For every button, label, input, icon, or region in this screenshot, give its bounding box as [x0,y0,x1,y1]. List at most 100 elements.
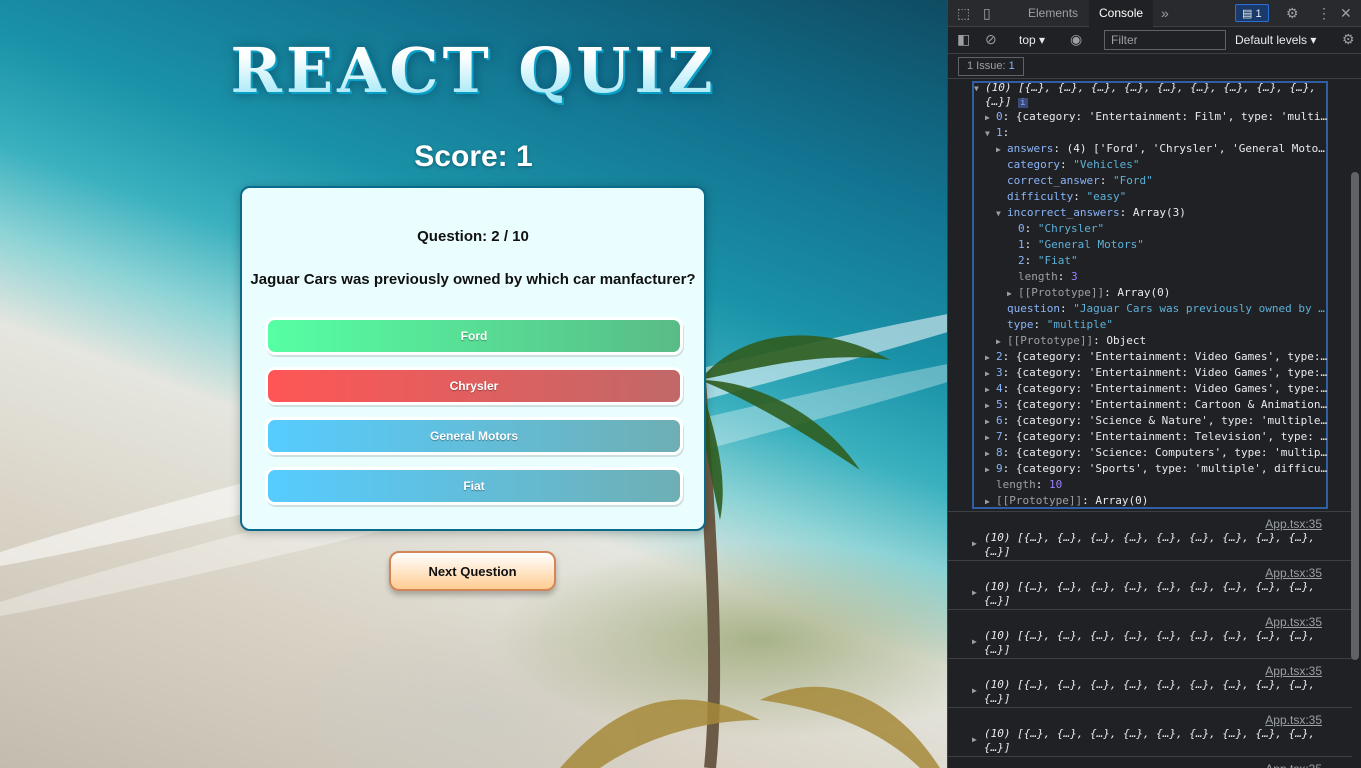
console-log-entry[interactable]: App.tsx:35 ▶ (10) [{…}, {…}, {…}, {…}, {… [948,707,1352,756]
devtools-tab-bar: ⬚ ▯ Elements Console » ▤ 1 ⚙ ⋮ ✕ [948,0,1361,27]
score-display: Score: 1 [414,140,533,173]
expand-triangle-icon[interactable]: ▶ [972,735,977,744]
inspect-element-icon[interactable]: ⬚ [957,0,970,27]
log-summary: (10) [{…}, {…}, {…}, {…}, {…}, {…}, {…},… [984,629,1316,642]
array-item-5[interactable]: ▶ 5: {category: 'Entertainment: Cartoon &… [985,397,1329,413]
array-item-5-value: {category: 'Entertainment: Cartoon & Ani… [1015,398,1328,411]
question-text: Jaguar Cars was previously owned by whic… [250,271,696,288]
prop-question: question: "Jaguar Cars was previously ow… [1007,302,1325,315]
array-item-9[interactable]: ▶ 9: {category: 'Sports', type: 'multiple… [985,461,1329,477]
incorrect-item-2-value: "Fiat" [1037,254,1078,267]
expand-triangle-icon[interactable]: ▶ [972,686,977,695]
clear-console-icon[interactable]: ⊘ [985,26,997,53]
console-log-entry[interactable]: App.tsx:35 ▶ (10) [{…}, {…}, {…}, {…}, {… [948,658,1352,707]
log-summary-end: {…}] [984,643,1011,656]
log-source-link[interactable]: App.tsx:35 [1265,566,1322,580]
console-log-entry[interactable]: App.tsx:35 ▶ (10) [{…}, {…}, {…}, {…}, {… [948,560,1352,609]
log-source-link[interactable]: App.tsx:35 [1265,517,1322,531]
log-source-link[interactable]: App.tsx:35 [1265,762,1322,768]
incorrect-prototype-value: Array(0) [1117,286,1171,299]
quiz-title: REACT QUIZ [0,34,947,107]
array-item-3[interactable]: ▶ 3: {category: 'Entertainment: Video Gam… [985,365,1329,381]
close-devtools-icon[interactable]: ✕ [1340,0,1352,27]
answer-button-chrysler[interactable]: Chrysler [265,367,683,405]
log-source-link[interactable]: App.tsx:35 [1265,615,1322,629]
incorrect-prototype[interactable]: ▶ [[Prototype]]: Array(0) [1007,285,1170,301]
array-summary: (10) [{…}, {…}, {…}, {…}, {…}, {…}, {…},… [985,81,1317,94]
sidebar-toggle-icon[interactable]: ◧ [957,26,970,53]
log-levels-dropdown[interactable]: Default levels ▾ [1235,33,1316,47]
array-item-8-value: {category: 'Science: Computers', type: '… [1015,446,1328,459]
console-log-entry[interactable]: App.tsx:35 [948,756,1352,768]
array-item-7[interactable]: ▶ 7: {category: 'Entertainment: Televisio… [985,429,1329,445]
array-prototype-value: Array(0) [1095,494,1149,507]
array-item-4[interactable]: ▶ 4: {category: 'Entertainment: Video Gam… [985,381,1329,397]
issues-badge[interactable]: ▤ 1 [1235,4,1269,22]
devtools-panel: ⬚ ▯ Elements Console » ▤ 1 ⚙ ⋮ ✕ ◧ ⊘ top… [947,0,1361,768]
array-item-2[interactable]: ▶ 2: {category: 'Entertainment: Video Gam… [985,349,1329,365]
answer-button-fiat[interactable]: Fiat [265,467,683,505]
incorrect-length-value: 3 [1071,270,1078,283]
info-icon[interactable]: i [1018,98,1028,108]
prop-category: category: "Vehicles" [1007,158,1140,171]
prop-answers[interactable]: ▶ answers: (4) ['Ford', 'Chrysler', 'Gene… [996,141,1329,157]
console-settings-gear-icon[interactable]: ⚙ [1342,26,1355,53]
array-item-7-value: {category: 'Entertainment: Television', … [1015,430,1328,443]
console-scrollbar[interactable] [1351,172,1359,660]
incorrect-item-0: 0: "Chrysler" [1018,222,1105,235]
item1-prototype[interactable]: ▶ [[Prototype]]: Object [996,333,1146,349]
expand-triangle-icon[interactable]: ▶ [972,539,977,548]
more-options-icon[interactable]: ⋮ [1317,0,1331,27]
prop-category-value: "Vehicles" [1073,158,1140,171]
array-item-0[interactable]: ▶ 0: {category: 'Entertainment: Film', ty… [985,109,1329,125]
console-filter-input[interactable]: Filter [1104,30,1226,50]
array-prototype[interactable]: ▶ [[Prototype]]: Array(0) [985,493,1148,509]
context-select[interactable]: top ▾ [1019,33,1045,47]
quiz-app: REACT QUIZ Score: 1 Question: 2 / 10 Jag… [0,0,947,768]
answer-button-general-motors[interactable]: General Motors [265,417,683,455]
context-select-value: top [1019,33,1036,47]
array-item-2-value: {category: 'Entertainment: Video Games',… [1015,350,1328,363]
console-log-entry[interactable]: App.tsx:35 ▶ (10) [{…}, {…}, {…}, {…}, {… [948,511,1352,560]
array-summary-end: {…}] [985,95,1012,108]
tab-console[interactable]: Console [1089,0,1154,27]
more-tabs-icon[interactable]: » [1161,0,1169,27]
incorrect-item-2: 2: "Fiat" [1018,254,1078,267]
array-item-6[interactable]: ▶ 6: {category: 'Science & Nature', type:… [985,413,1329,429]
live-expression-eye-icon[interactable]: ◉ [1070,26,1082,53]
log-summary-end: {…}] [984,545,1011,558]
answer-button-ford[interactable]: Ford [265,317,683,355]
expand-triangle-icon[interactable]: ▶ [972,588,977,597]
console-log-entry[interactable]: App.tsx:35 ▶ (10) [{…}, {…}, {…}, {…}, {… [948,609,1352,658]
item1-prototype-value: Object [1106,334,1147,347]
array-item-8[interactable]: ▶ 8: {category: 'Science: Computers', typ… [985,445,1329,461]
tab-elements[interactable]: Elements [1028,0,1078,27]
device-toolbar-icon[interactable]: ▯ [983,0,991,27]
array-item-1[interactable]: ▼ 1: [985,125,1009,141]
settings-gear-icon[interactable]: ⚙ [1286,0,1299,27]
prop-type-value: "multiple" [1046,318,1113,331]
question-counter: Question: 2 / 10 [417,228,529,245]
log-summary-end: {…}] [984,741,1011,754]
console-toolbar: ◧ ⊘ top ▾ ◉ Filter Default levels ▾ ⚙ [948,28,1361,54]
incorrect-item-1: 1: "General Motors" [1018,238,1144,251]
issues-badge-count: 1 [1255,8,1262,20]
incorrect-item-0-value: "Chrysler" [1037,222,1105,235]
prop-correct-answer-value: "Ford" [1112,174,1153,187]
log-summary: (10) [{…}, {…}, {…}, {…}, {…}, {…}, {…},… [984,531,1316,544]
prop-difficulty: difficulty: "easy" [1007,190,1127,203]
log-summary: (10) [{…}, {…}, {…}, {…}, {…}, {…}, {…},… [984,678,1316,691]
next-question-button[interactable]: Next Question [389,551,556,591]
prop-difficulty-value: "easy" [1086,190,1127,203]
issues-button-label: 1 Issue: [967,60,1006,72]
log-summary-end: {…}] [984,594,1011,607]
log-source-link[interactable]: App.tsx:35 [1265,713,1322,727]
log-source-link[interactable]: App.tsx:35 [1265,664,1322,678]
incorrect-item-1-value: "General Motors" [1037,238,1144,251]
prop-incorrect-answers[interactable]: ▼ incorrect_answers: Array(3) [996,205,1186,221]
expand-triangle-icon[interactable]: ▶ [972,637,977,646]
issues-button[interactable]: 1 Issue: 1 [958,57,1024,76]
array-item-9-value: {category: 'Sports', type: 'multiple', d… [1015,462,1328,475]
issues-bar: 1 Issue: 1 [948,55,1361,79]
prop-correct-answer: correct_answer: "Ford" [1007,174,1153,187]
